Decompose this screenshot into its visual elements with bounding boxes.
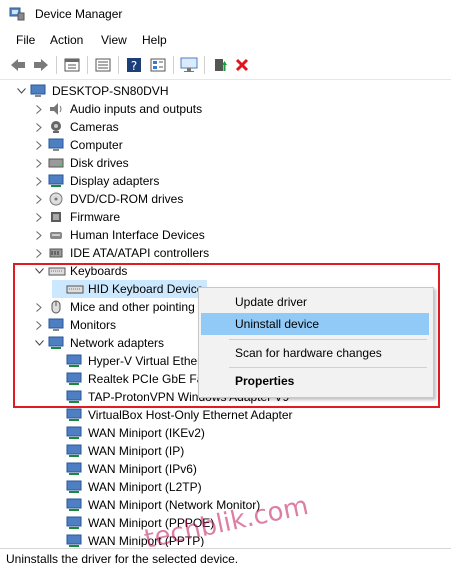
chevron-right-icon[interactable] <box>34 244 44 262</box>
tree-label: DVD/CD-ROM drives <box>70 192 184 206</box>
update-driver-icon[interactable] <box>211 56 229 74</box>
status-bar: Uninstalls the driver for the selected d… <box>0 548 451 568</box>
menu-view[interactable]: View <box>101 33 127 47</box>
device-manager-icon <box>9 7 25 21</box>
list-view-icon[interactable] <box>94 56 112 74</box>
network-adapter-icon <box>66 533 82 547</box>
tree-item-network-child[interactable]: WAN Miniport (L2TP) <box>52 478 202 496</box>
status-text: Uninstalls the driver for the selected d… <box>6 552 239 566</box>
tree-label: Cameras <box>70 120 119 134</box>
toolbar-separator <box>204 56 205 74</box>
monitor-icon <box>48 137 64 153</box>
tree-label: Firmware <box>70 210 120 224</box>
chevron-right-icon[interactable] <box>34 172 44 190</box>
window-title: Device Manager <box>35 7 123 21</box>
tree-label: WAN Miniport (L2TP) <box>88 480 202 494</box>
details-icon[interactable] <box>149 56 167 74</box>
tree-label: Human Interface Devices <box>70 228 205 242</box>
network-adapter-icon <box>66 497 82 513</box>
help-icon[interactable]: ? <box>125 56 143 74</box>
tree-item-firmware[interactable]: Firmware <box>34 208 120 226</box>
chevron-right-icon[interactable] <box>34 136 44 154</box>
firmware-chip-icon <box>48 209 64 225</box>
tree-label: WAN Miniport (IKEv2) <box>88 426 205 440</box>
toolbar-separator <box>118 56 119 74</box>
tree-item-ide[interactable]: IDE ATA/ATAPI controllers <box>34 244 209 262</box>
tree-root-label: DESKTOP-SN80DVH <box>52 84 169 98</box>
svg-text:?: ? <box>131 59 137 73</box>
chevron-right-icon[interactable] <box>34 118 44 136</box>
chevron-right-icon[interactable] <box>34 226 44 244</box>
toolbar-separator <box>173 56 174 74</box>
speaker-icon <box>48 101 64 117</box>
tree-label: Display adapters <box>70 174 160 188</box>
back-arrow-icon[interactable] <box>9 56 27 74</box>
ctx-separator <box>229 367 427 368</box>
tree-label: Audio inputs and outputs <box>70 102 203 116</box>
ide-controller-icon <box>48 245 64 261</box>
ctx-label: Properties <box>235 374 295 388</box>
tree-label: Disk drives <box>70 156 129 170</box>
chevron-down-icon[interactable] <box>16 82 26 100</box>
toolbar: ? <box>0 51 451 80</box>
tree-label: WAN Miniport (IPv6) <box>88 462 197 476</box>
tree-label: Computer <box>70 138 123 152</box>
network-adapter-icon <box>66 461 82 477</box>
properties-icon[interactable] <box>63 56 81 74</box>
tree-item-dvd-drives[interactable]: DVD/CD-ROM drives <box>34 190 183 208</box>
ctx-scan-hardware[interactable]: Scan for hardware changes <box>201 342 429 364</box>
tree-item-audio[interactable]: Audio inputs and outputs <box>34 100 202 118</box>
tree-item-cameras[interactable]: Cameras <box>34 118 119 136</box>
context-menu: Update driver Uninstall device Scan for … <box>198 287 434 398</box>
uninstall-x-icon[interactable] <box>233 56 251 74</box>
network-adapter-icon <box>66 479 82 495</box>
ctx-separator <box>229 339 427 340</box>
tree-item-disk-drives[interactable]: Disk drives <box>34 154 129 172</box>
network-adapter-icon <box>66 515 82 531</box>
display-adapter-icon <box>48 173 64 189</box>
ctx-properties[interactable]: Properties <box>201 370 429 392</box>
scan-monitor-icon[interactable] <box>180 56 198 74</box>
toolbar-separator <box>56 56 57 74</box>
tree-label: WAN Miniport (IP) <box>88 444 185 458</box>
tree-item-network-child[interactable]: VirtualBox Host-Only Ethernet Adapter <box>52 406 293 424</box>
chevron-right-icon[interactable] <box>34 190 44 208</box>
tree-root[interactable]: DESKTOP-SN80DVH <box>16 82 168 100</box>
ctx-uninstall-device[interactable]: Uninstall device <box>201 313 429 335</box>
tree-item-network-child[interactable]: WAN Miniport (IPv6) <box>52 460 197 478</box>
toolbar-separator <box>87 56 88 74</box>
tree-label: IDE ATA/ATAPI controllers <box>70 246 210 260</box>
tree-item-computer[interactable]: Computer <box>34 136 123 154</box>
ctx-update-driver[interactable]: Update driver <box>201 291 429 313</box>
menu-file[interactable]: File <box>16 33 35 47</box>
tree-label: VirtualBox Host-Only Ethernet Adapter <box>88 408 293 422</box>
camera-icon <box>48 119 64 135</box>
menu-help[interactable]: Help <box>142 33 167 47</box>
chevron-right-icon[interactable] <box>34 100 44 118</box>
disk-drive-icon <box>48 155 64 171</box>
computer-icon <box>30 83 46 99</box>
tree-item-hid[interactable]: Human Interface Devices <box>34 226 205 244</box>
menu-bar: File Action View Help <box>0 30 451 50</box>
network-adapter-icon <box>66 443 82 459</box>
chevron-right-icon[interactable] <box>34 154 44 172</box>
ctx-label: Scan for hardware changes <box>235 346 382 360</box>
tree-item-display-adapters[interactable]: Display adapters <box>34 172 159 190</box>
chevron-right-icon[interactable] <box>34 208 44 226</box>
network-adapter-icon <box>66 425 82 441</box>
tree-item-network-child[interactable]: WAN Miniport (IP) <box>52 442 184 460</box>
menu-action[interactable]: Action <box>50 33 83 47</box>
tree-item-network-child[interactable]: WAN Miniport (IKEv2) <box>52 424 205 442</box>
ctx-label: Update driver <box>235 295 308 309</box>
title-bar: Device Manager <box>0 0 451 30</box>
network-adapter-icon <box>66 407 82 423</box>
ctx-label: Uninstall device <box>235 317 320 331</box>
forward-arrow-icon[interactable] <box>32 56 50 74</box>
dvd-drive-icon <box>48 191 64 207</box>
hid-icon <box>48 227 64 243</box>
